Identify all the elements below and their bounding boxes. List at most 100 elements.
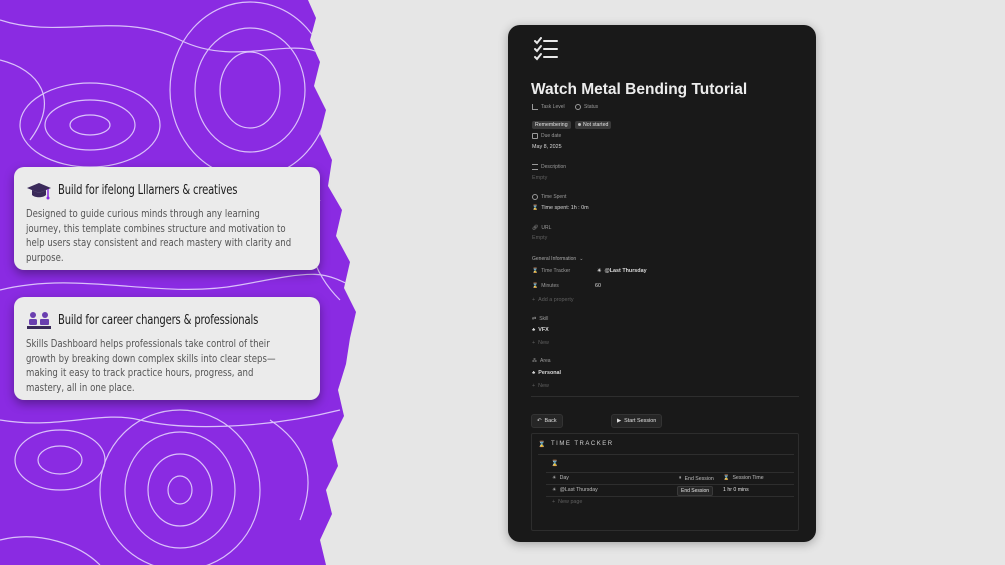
row-day: @Last Thursday [559,487,598,493]
clock-icon [532,194,538,200]
add-property-text: Add a property [538,297,574,303]
card-title: Build for ifelong Lllarners & creatives [58,182,238,198]
calendar-icon [532,133,538,139]
description-value[interactable]: Empty [532,175,547,181]
time-tracker-label-text: Time Tracker [541,268,571,274]
time-spent-label-text: Time Spent [541,194,567,200]
sun-icon: ☀ [552,475,557,481]
time-spent-text: Time spent: 1h : 0m [541,205,589,211]
back-button[interactable]: ↶ Back [531,414,563,428]
page-title: Watch Metal Bending Tutorial [531,81,748,98]
purple-topographic-background [0,0,356,565]
sun-icon: ☀ [597,268,602,274]
skill-label-text: Skill [539,316,549,322]
minutes-value[interactable]: 60 [595,283,601,289]
professional-desk-icon [27,312,51,329]
text-lines-icon [532,164,538,170]
area-new-text: New [538,383,549,389]
status-label-text: Status [584,104,599,110]
status-dot-icon [578,123,581,126]
end-session-button[interactable]: End Session [677,486,714,496]
row-session-time: 1 hr 0 mins [723,487,749,493]
start-session-button[interactable]: ▶ Start Session [611,414,663,428]
divider [538,454,794,455]
time-tracker-title: TIME TRACKER [550,441,614,447]
hourglass-icon: ⌛ [532,283,539,289]
task-level-label: Task Level [532,104,565,110]
column-header-day[interactable]: ☀ Day [552,475,569,481]
skill-new-text: New [538,340,549,346]
task-level-value: Remembering [532,121,571,129]
due-date-value[interactable]: May 8, 2025 [532,144,562,150]
back-button-text: Back [544,418,557,424]
description-label: Description [532,164,566,170]
divider [546,496,794,497]
status-label: Status [575,104,598,110]
feature-card-lifelong-learners: Build for ifelong Lllarners & creatives … [14,167,320,270]
arrows-icon: ⇄ [532,316,537,322]
plus-icon: + [552,499,556,505]
url-label-text: URL [541,225,552,231]
time-tracker-text: @Last Thursday [604,268,647,274]
task-level-tag[interactable]: Remembering [532,113,571,131]
column-header-end-session[interactable]: ⏸ End Session [679,475,714,482]
shapes-icon: ♣ [532,370,536,376]
description-label-text: Description [541,164,567,170]
due-date-label-text: Due date [541,133,562,139]
bar-chart-icon [532,104,538,110]
area-value[interactable]: ♣ Personal [532,370,561,376]
notion-task-page: Watch Metal Bending Tutorial Task Level … [508,25,816,542]
plus-icon: + [532,340,536,346]
column-end-session-text: End Session [684,475,714,482]
hourglass-icon: ⌛ [551,461,559,467]
time-tracker-header: ⌛ TIME TRACKER [538,441,614,448]
status-circle-icon [575,104,581,110]
area-icon: ⁂ [532,358,537,364]
divider [546,484,794,485]
chevron-down-icon: ⌄ [579,256,584,262]
add-property-button[interactable]: + Add a property [532,297,574,303]
general-information-toggle[interactable]: General Information ⌄ [532,256,583,262]
minutes-label: ⌛ Minutes [532,283,559,289]
skill-text: VFX [538,327,549,333]
plus-icon: + [532,297,536,303]
skill-value[interactable]: ♣ VFX [532,327,549,333]
area-text: Personal [538,370,562,376]
area-label-text: Area [540,358,551,364]
divider [531,396,799,397]
column-session-time-text: Session Time [732,475,764,481]
card-body: Skills Dashboard helps professionals tak… [26,337,276,394]
status-tag[interactable]: Not started [575,113,612,131]
table-row[interactable]: ☀ @Last Thursday [552,487,598,493]
area-label: ⁂ Area [532,358,551,364]
url-value[interactable]: Empty [532,235,547,241]
area-new-button[interactable]: + New [532,383,549,389]
task-level-label-text: Task Level [541,104,565,110]
time-tracker-section: ⌛ TIME TRACKER ⌛ ☀ Day ⏸ End Session ⌛ Sess… [531,433,799,531]
column-day-text: Day [559,475,569,481]
card-title: Build for career changers & professional… [58,312,259,328]
shapes-icon: ♣ [532,327,536,333]
feature-card-career-changers: Build for career changers & professional… [14,297,320,400]
undo-arrow-icon: ↶ [537,418,542,424]
status-value: Not started [583,121,609,128]
divider [546,472,794,473]
url-label: 🔗︎ URL [532,225,551,231]
time-spent-value: ⌛ Time spent: 1h : 0m [532,205,589,211]
pause-icon: ⏸ [679,475,682,481]
skill-new-button[interactable]: + New [532,340,549,346]
time-tracker-value[interactable]: ☀ @Last Thursday [597,268,647,274]
plus-icon: + [532,383,536,389]
new-page-text: New page [558,499,583,505]
column-header-session-time[interactable]: ⌛ Session Time [723,475,764,481]
link-icon: 🔗︎ [532,225,539,231]
minutes-label-text: Minutes [541,283,559,289]
sun-icon: ☀ [552,487,557,493]
new-page-button[interactable]: + New page [552,499,582,505]
play-icon: ▶ [617,418,622,424]
time-spent-label: Time Spent [532,194,566,200]
card-body: Designed to guide curious minds through … [26,207,292,264]
time-tracker-label: ⌛ Time Tracker [532,268,570,274]
general-info-text: General Information [532,256,577,262]
hourglass-icon: ⌛ [532,268,539,274]
